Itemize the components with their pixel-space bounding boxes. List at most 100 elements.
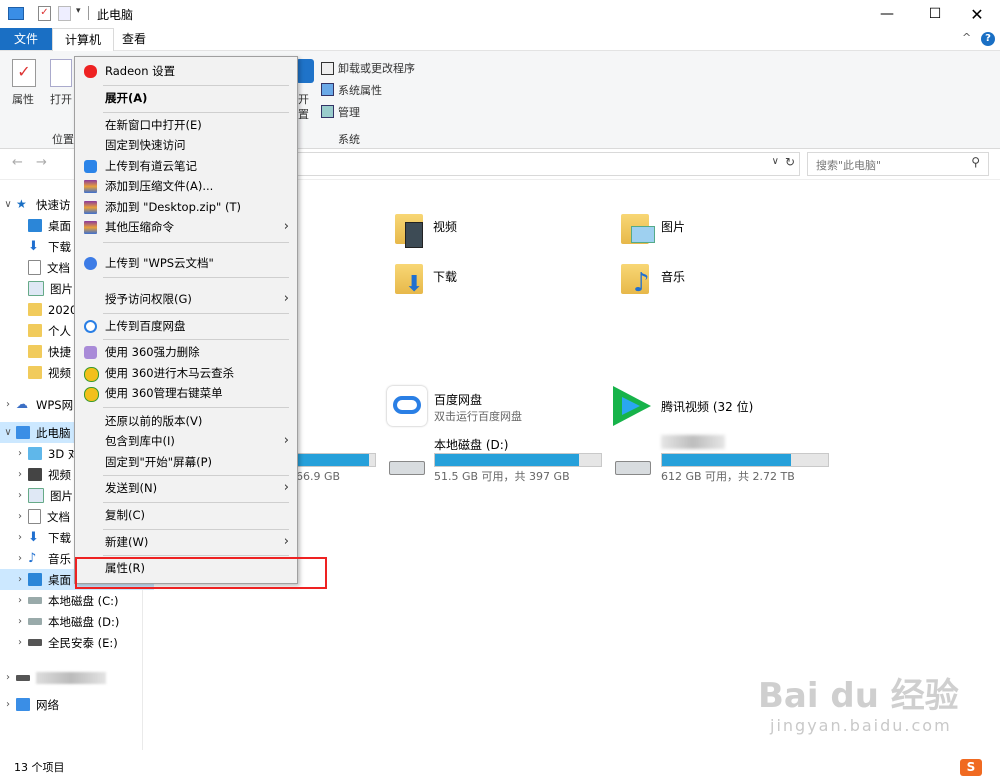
computer-icon <box>8 7 24 20</box>
folder-downloads[interactable]: ⬇ 下载 <box>395 264 575 304</box>
tab-file[interactable]: 文件 <box>0 28 52 50</box>
blurred-label <box>36 671 106 684</box>
chevron-down-icon[interactable]: ∨ <box>0 427 16 438</box>
context-menu: Radeon 设置 展开(A) 在新窗口中打开(E) 固定到快速访问 上传到有道… <box>74 56 298 584</box>
system-properties-button[interactable]: 系统属性 <box>338 82 382 98</box>
nav-label: 全民安泰 (E:) <box>48 635 118 650</box>
drive-d-usage-fill <box>435 454 580 466</box>
folder-videos[interactable]: 视频 <box>395 214 575 254</box>
item-count: 13 个项目 <box>14 761 65 774</box>
open-icon[interactable] <box>50 59 72 87</box>
menu-item-expand[interactable]: 展开(A) <box>75 88 297 108</box>
back-icon[interactable]: ← <box>12 155 23 170</box>
folder-pictures[interactable]: 图片 <box>621 214 801 254</box>
baidu-netdisk-icon <box>387 386 427 426</box>
drive-d-usage-bar <box>434 453 602 467</box>
menu-label: 包含到库中(I) <box>105 434 175 448</box>
properties-icon[interactable]: ✓ <box>12 59 36 87</box>
open-settings-label-1[interactable]: 开 <box>298 91 309 107</box>
menu-label: 其他压缩命令 <box>105 220 174 234</box>
open-button-label[interactable]: 打开 <box>50 91 72 107</box>
manage-button[interactable]: 管理 <box>338 104 360 120</box>
menu-item-radeon[interactable]: Radeon 设置 <box>75 61 297 81</box>
folder-music[interactable]: ♪ 音乐 <box>621 264 801 304</box>
drive-e-item[interactable]: 612 GB 可用，共 2.72 TB <box>613 435 843 485</box>
drive-icon <box>389 461 425 475</box>
properties-quick-icon[interactable]: ✓ <box>38 6 51 21</box>
tab-view[interactable]: 查看 <box>110 28 158 50</box>
chevron-right-icon[interactable]: › <box>0 399 16 410</box>
manage-icon <box>321 105 334 118</box>
menu-item-pin-start[interactable]: 固定到"开始"屏幕(P) <box>75 452 297 472</box>
drive-d-item[interactable]: 本地磁盘 (D:) 51.5 GB 可用，共 397 GB <box>387 435 617 485</box>
menu-item-youdao[interactable]: 上传到有道云笔记 <box>75 156 297 176</box>
nav-label: 下载 <box>48 239 71 254</box>
nav-pc-drive-e[interactable]: › 全民安泰 (E:) <box>0 632 154 653</box>
properties-button-label[interactable]: 属性 <box>12 91 34 107</box>
minimize-button[interactable]: — <box>864 0 910 28</box>
quick-access-dropdown-icon[interactable]: ▾ <box>76 6 81 16</box>
nav-network[interactable]: › 网络 <box>0 694 142 715</box>
drive-e-usage-bar <box>661 453 829 467</box>
menu-item-include-library[interactable]: 包含到库中(I) › <box>75 431 297 451</box>
refresh-icon[interactable]: ↻ <box>785 155 795 169</box>
sogou-ime-icon[interactable]: S <box>960 759 982 776</box>
menu-item-new[interactable]: 新建(W) › <box>75 532 297 552</box>
menu-item-send-to[interactable]: 发送到(N) › <box>75 478 297 498</box>
menu-item-baidu-upload[interactable]: 上传到百度网盘 <box>75 316 297 336</box>
menu-separator <box>103 555 289 556</box>
tab-computer[interactable]: 计算机 <box>52 28 115 51</box>
menu-item-360-manage[interactable]: 使用 360管理右键菜单 <box>75 383 297 403</box>
menu-item-360-delete[interactable]: 使用 360强力删除 <box>75 342 297 362</box>
menu-item-360-scan[interactable]: 使用 360进行木马云查杀 <box>75 363 297 383</box>
nav-label: 网络 <box>36 697 59 712</box>
search-input[interactable]: 搜索"此电脑" ⚲ <box>807 152 989 176</box>
chevron-right-icon: › <box>283 534 289 549</box>
download-arrow-icon: ⬇ <box>405 272 424 297</box>
nav-label: 个人 <box>48 323 71 338</box>
youdao-note-icon <box>84 160 97 173</box>
menu-separator <box>103 407 289 408</box>
menu-item-copy[interactable]: 复制(C) <box>75 505 297 525</box>
collapse-ribbon-icon[interactable]: ^ <box>962 31 971 44</box>
baidu-netdisk-item[interactable]: 百度网盘 双击运行百度网盘 <box>387 386 607 430</box>
baidu-netdisk-icon <box>84 320 97 333</box>
close-button[interactable]: ✕ <box>954 0 1000 28</box>
menu-item-open-new-window[interactable]: 在新窗口中打开(E) <box>75 115 297 135</box>
menu-item-add-archive[interactable]: 添加到压缩文件(A)... <box>75 176 297 196</box>
settings-gear-icon[interactable] <box>296 59 314 83</box>
nav-label: 视频 <box>48 467 71 482</box>
nav-label: 视频 <box>48 365 71 380</box>
menu-separator <box>103 112 289 113</box>
chevron-down-icon[interactable]: ∨ <box>0 199 16 210</box>
menu-separator <box>103 529 289 530</box>
menu-item-pin-quick-access[interactable]: 固定到快速访问 <box>75 135 297 155</box>
help-icon[interactable]: ? <box>981 32 995 46</box>
forward-icon[interactable]: → <box>36 155 47 170</box>
music-note-icon: ♪ <box>633 268 650 298</box>
nav-label: 音乐 <box>48 551 71 566</box>
menu-item-restore-versions[interactable]: 还原以前的版本(V) <box>75 411 297 431</box>
nav-pc-drive-d[interactable]: › 本地磁盘 (D:) <box>0 611 154 632</box>
window-title: 此电脑 <box>97 8 134 22</box>
nav-pc-drive-c[interactable]: › 本地磁盘 (C:) <box>0 590 154 611</box>
search-icon[interactable]: ⚲ <box>971 155 980 169</box>
menu-item-add-desktop-zip[interactable]: 添加到 "Desktop.zip" (T) <box>75 197 297 217</box>
nav-blurred-drive[interactable]: › <box>0 667 142 688</box>
nav-label: 桌面 <box>48 218 71 233</box>
new-folder-quick-icon[interactable] <box>58 6 71 21</box>
folder-icon <box>28 345 42 358</box>
menu-label: 固定到快速访问 <box>105 138 186 152</box>
menu-item-wps-cloud[interactable]: 上传到 "WPS云文档" <box>75 253 297 273</box>
tencent-video-item[interactable]: 腾讯视频 (32 位) <box>613 386 833 430</box>
drive-icon <box>28 639 42 646</box>
open-settings-label-2[interactable]: 置 <box>298 106 309 122</box>
menu-item-grant-access[interactable]: 授予访问权限(G) › <box>75 289 297 309</box>
menu-item-other-compress[interactable]: 其他压缩命令 › <box>75 217 297 237</box>
uninstall-button[interactable]: 卸载或更改程序 <box>338 60 415 76</box>
address-field[interactable]: ∨ ↻ <box>296 152 800 176</box>
address-dropdown-icon[interactable]: ∨ <box>772 156 779 167</box>
menu-label: 添加到 "Desktop.zip" (T) <box>105 200 242 214</box>
maximize-button[interactable]: ☐ <box>912 0 958 28</box>
film-icon <box>405 222 423 248</box>
